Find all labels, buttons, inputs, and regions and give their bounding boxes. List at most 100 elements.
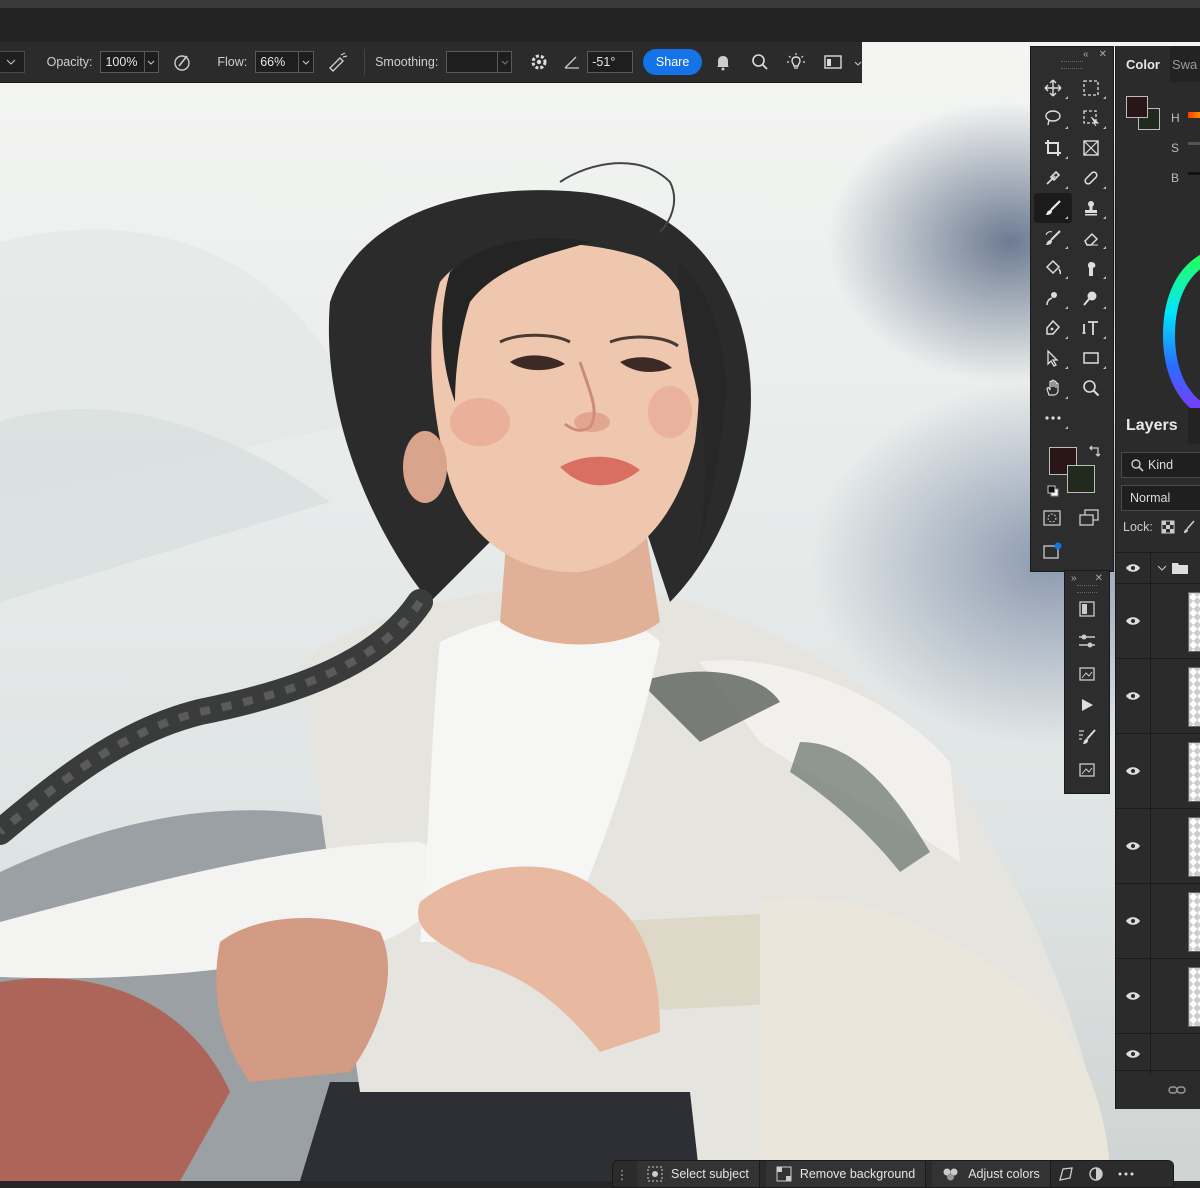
more-tools[interactable] [1034, 403, 1072, 433]
angle-input[interactable]: -51° [587, 51, 634, 73]
eye-icon[interactable] [1116, 734, 1151, 808]
smoothing-dropdown[interactable] [497, 51, 513, 73]
opacity-input[interactable]: 100% [100, 51, 145, 73]
adjust-colors-icon [943, 1168, 958, 1181]
drag-grip[interactable] [1077, 585, 1097, 593]
healing-brush-tool[interactable] [1072, 163, 1110, 193]
clone-stamp-tool[interactable] [1072, 193, 1110, 223]
quick-mask-icon[interactable] [1043, 509, 1061, 532]
pen-tool[interactable] [1034, 313, 1072, 343]
collapse-icon[interactable]: « [1083, 49, 1089, 60]
eye-icon[interactable] [1116, 959, 1151, 1033]
layer-row[interactable] [1116, 733, 1200, 808]
properties-panel-icon[interactable] [1065, 753, 1109, 785]
layer-row[interactable] [1116, 958, 1200, 1033]
zoom-tool[interactable] [1072, 373, 1110, 403]
frame-tool[interactable] [1072, 133, 1110, 163]
drag-handle-icon[interactable]: ⋮ [613, 1167, 631, 1182]
paint-bucket-tool[interactable] [1034, 253, 1072, 283]
search-icon[interactable] [746, 48, 773, 76]
generative-icon[interactable] [1043, 542, 1063, 565]
layer-row[interactable] [1116, 583, 1200, 658]
move-tool[interactable] [1034, 73, 1072, 103]
marquee-tool[interactable] [1072, 73, 1110, 103]
history-brush-tool[interactable] [1034, 223, 1072, 253]
eyedropper-tool[interactable] [1034, 163, 1072, 193]
eye-icon[interactable] [1116, 884, 1151, 958]
airbrush-icon[interactable] [324, 48, 351, 76]
default-colors-icon[interactable] [1047, 484, 1059, 502]
crop-tool[interactable] [1034, 133, 1072, 163]
close-icon[interactable]: ✕ [1095, 573, 1103, 584]
background-color-swatch[interactable] [1067, 465, 1095, 493]
pressure-opacity-icon[interactable] [169, 48, 196, 76]
lasso-tool[interactable] [1034, 103, 1072, 133]
chevron-down-icon[interactable] [1157, 565, 1167, 571]
swap-colors-icon[interactable] [1087, 445, 1101, 464]
layer-group-row[interactable] [1116, 552, 1200, 583]
brush-tool[interactable] [1034, 193, 1072, 223]
eye-icon[interactable] [1116, 659, 1151, 733]
flow-label: Flow: [217, 55, 248, 69]
layer-row[interactable] [1116, 883, 1200, 958]
zoom-lens-tool[interactable] [1072, 283, 1110, 313]
drag-grip[interactable] [1061, 61, 1083, 69]
adjustment-layer-icon[interactable] [1081, 1166, 1111, 1182]
saturation-slider[interactable] [1188, 142, 1200, 145]
color-panel-swatches[interactable] [1126, 96, 1162, 132]
opacity-dropdown[interactable] [144, 51, 159, 73]
layer-row[interactable] [1116, 1033, 1200, 1074]
hue-slider[interactable] [1188, 112, 1200, 118]
more-options-icon[interactable] [1111, 1171, 1141, 1177]
lightbulb-icon[interactable] [783, 48, 810, 76]
eye-icon[interactable] [1116, 809, 1151, 883]
layer-filter-kind[interactable]: Kind [1121, 452, 1200, 478]
play-actions-icon[interactable] [1065, 689, 1109, 721]
color-wheel[interactable] [1163, 250, 1200, 430]
adjustments-panel-icon[interactable] [1065, 625, 1109, 657]
brush-settings-icon[interactable] [1065, 721, 1109, 753]
rectangle-tool[interactable] [1072, 343, 1110, 373]
flow-dropdown[interactable] [299, 51, 314, 73]
blend-mode-dropdown[interactable]: Normal [1121, 485, 1200, 511]
preset-dropdown[interactable] [0, 51, 25, 73]
lock-transparent-pixels-icon[interactable] [1161, 520, 1175, 534]
tab-layers[interactable]: Layers [1116, 408, 1188, 444]
eraser-tool[interactable] [1072, 223, 1110, 253]
select-subject-button[interactable]: Select subject [637, 1161, 760, 1187]
transform-icon[interactable] [1051, 1166, 1081, 1182]
flow-input[interactable]: 66% [255, 51, 300, 73]
workspace-icon[interactable] [820, 48, 847, 76]
remove-background-button[interactable]: Remove background [765, 1161, 927, 1187]
gear-icon[interactable] [526, 48, 553, 76]
workspace-dropdown[interactable] [854, 55, 862, 69]
path-selection-tool[interactable] [1034, 343, 1072, 373]
layer-row[interactable] [1116, 808, 1200, 883]
eye-icon[interactable] [1116, 584, 1151, 658]
document-canvas[interactable] [0, 42, 1200, 1181]
layer-row[interactable] [1116, 658, 1200, 733]
smoothing-input[interactable] [446, 51, 498, 73]
object-selection-tool[interactable] [1072, 103, 1110, 133]
history-panel-icon[interactable] [1065, 593, 1109, 625]
adjust-colors-button[interactable]: Adjust colors [932, 1161, 1051, 1187]
close-icon[interactable]: ✕ [1099, 49, 1107, 60]
brightness-slider[interactable] [1188, 172, 1200, 175]
libraries-panel-icon[interactable] [1065, 657, 1109, 689]
type-tool[interactable] [1072, 313, 1110, 343]
eye-icon[interactable] [1116, 553, 1151, 583]
expand-icon[interactable]: » [1071, 573, 1077, 584]
share-button[interactable]: Share [643, 49, 702, 75]
link-icon[interactable] [1168, 1085, 1186, 1095]
rectangle-icon [1083, 352, 1099, 364]
lock-image-pixels-icon[interactable] [1183, 520, 1195, 534]
eye-icon[interactable] [1116, 1034, 1151, 1074]
bell-icon[interactable] [710, 48, 737, 76]
smudge-tool[interactable] [1072, 253, 1110, 283]
tab-swatches[interactable]: Swa [1170, 46, 1200, 82]
dodge-tool[interactable] [1034, 283, 1072, 313]
screen-mode-icon[interactable] [1079, 509, 1099, 532]
lock-label: Lock: [1123, 520, 1153, 534]
hand-tool[interactable] [1034, 373, 1072, 403]
tab-color[interactable]: Color [1116, 46, 1170, 82]
